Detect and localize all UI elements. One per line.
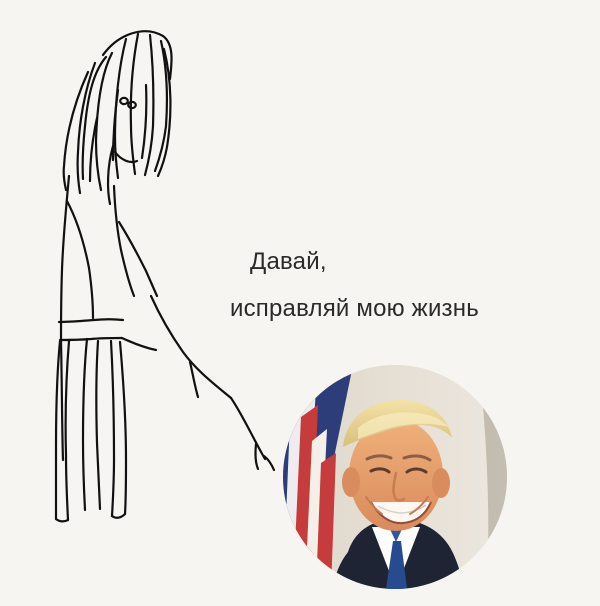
- round-portrait-photo-icon: [283, 365, 507, 589]
- portrait-photo: [283, 365, 507, 589]
- caption-line-1: Давай,: [250, 248, 327, 275]
- caption-line-2: исправляй мою жизнь: [230, 295, 479, 322]
- meme-canvas: Давай, исправляй мою жизнь: [0, 0, 600, 606]
